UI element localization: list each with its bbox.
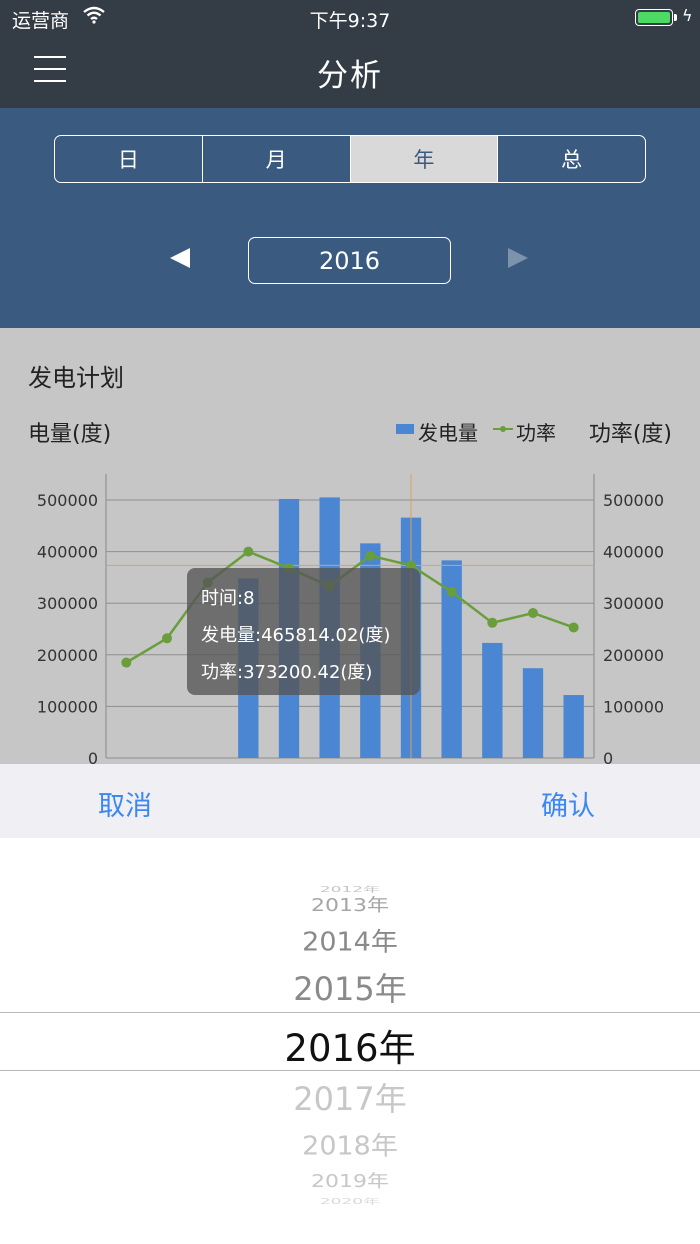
tooltip-time: 时间:8 — [201, 588, 255, 609]
tooltip-energy: 发电量:465814.02(度) — [201, 625, 391, 646]
picker-item[interactable]: 2017年 — [0, 1074, 700, 1120]
power-point-11 — [528, 608, 538, 619]
y-tick-label: 100000 — [37, 697, 98, 716]
cancel-button[interactable]: 取消 — [98, 784, 152, 823]
power-point-2 — [162, 633, 172, 644]
power-point-4 — [243, 546, 254, 557]
period-segmented-control: 日 月 年 总 — [54, 135, 646, 183]
chart-tooltip: 时间:8 发电量:465814.02(度) 功率:373200.42(度) — [187, 568, 420, 695]
y-tick-label: 300000 — [37, 594, 98, 613]
y-tick-label: 0 — [88, 749, 98, 764]
picker-selection-top-line — [0, 1012, 700, 1013]
previous-year-arrow-icon[interactable] — [170, 248, 190, 268]
picker-toolbar: 取消 确认 — [0, 764, 700, 838]
power-point-10 — [487, 617, 498, 628]
y2-tick-label: 100000 — [603, 697, 664, 716]
y-tick-label: 400000 — [37, 543, 98, 562]
status-bar: 运营商 下午9:37 ϟ — [0, 0, 700, 36]
y-tick-label: 500000 — [37, 491, 98, 510]
picker-item[interactable]: 2018年 — [0, 1125, 700, 1162]
segment-month[interactable]: 月 — [203, 136, 351, 182]
picker-item[interactable]: 2014年 — [0, 921, 700, 958]
y-tick-label: 200000 — [37, 646, 98, 665]
y2-tick-label: 400000 — [603, 543, 664, 562]
combo-chart[interactable]: 0 100000 200000 300000 400000 500000 0 100000 20… — [0, 328, 700, 764]
power-point-12 — [568, 622, 579, 633]
y2-tick-label: 500000 — [603, 491, 664, 510]
segment-total[interactable]: 总 — [498, 136, 645, 182]
segment-year[interactable]: 年 — [350, 136, 499, 182]
battery-icon — [635, 9, 673, 26]
page-title: 分析 — [317, 58, 383, 94]
tooltip-power: 功率:373200.42(度) — [201, 662, 373, 683]
bar-12 — [563, 695, 584, 758]
picker-item[interactable]: 2020年 — [0, 1195, 700, 1206]
picker-item[interactable]: 2013年 — [0, 891, 700, 917]
year-selector-button[interactable]: 2016 — [248, 237, 451, 284]
battery-tip — [674, 14, 677, 21]
navigation-bar: 分析 — [0, 36, 700, 108]
picker-item[interactable]: 2015年 — [0, 964, 700, 1010]
clock: 下午9:37 — [309, 10, 391, 32]
charging-icon: ϟ — [682, 6, 693, 25]
y2-tick-label: 200000 — [603, 646, 664, 665]
power-point-7 — [365, 550, 376, 561]
picker-item-selected[interactable]: 2016年 — [0, 1018, 700, 1072]
power-point-1 — [121, 657, 132, 668]
year-picker-wheel[interactable]: 2012年 2013年 2014年 2015年 2016年 2017年 2018年 2019年… — [0, 838, 700, 1244]
chart-card: 发电计划 电量(度) 发电量 功率 功率(度) 0 100000 200000 300… — [0, 328, 700, 764]
picker-item[interactable]: 2019年 — [0, 1167, 700, 1193]
y2-tick-label: 0 — [603, 749, 613, 764]
filter-panel: 日 月 年 总 2016 — [0, 108, 700, 328]
bar-10 — [482, 642, 503, 758]
next-year-arrow-icon[interactable] — [508, 248, 528, 268]
power-point-9 — [446, 586, 457, 597]
bar-11 — [522, 668, 544, 758]
confirm-button[interactable]: 确认 — [541, 784, 595, 823]
segment-day[interactable]: 日 — [55, 136, 203, 182]
y2-tick-label: 300000 — [603, 594, 664, 613]
